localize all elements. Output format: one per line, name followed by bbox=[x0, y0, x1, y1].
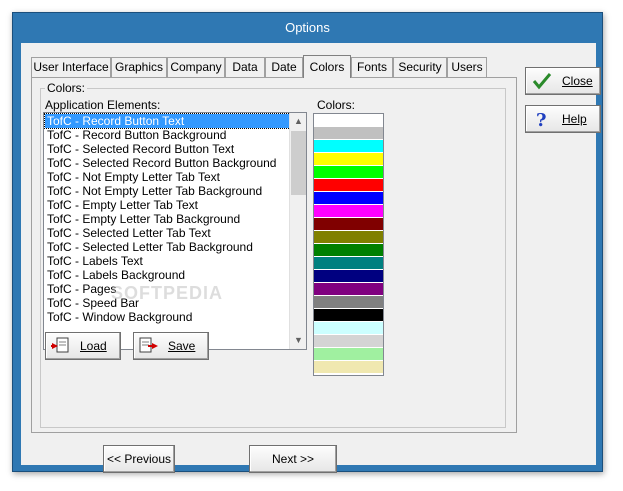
color-swatch[interactable] bbox=[314, 335, 383, 348]
swatch-stack bbox=[314, 114, 383, 374]
colors-column-label: Colors: bbox=[317, 98, 356, 112]
color-swatch[interactable] bbox=[314, 205, 383, 218]
tab-fonts[interactable]: Fonts bbox=[351, 57, 393, 77]
list-item[interactable]: TofC - Not Empty Letter Tab Background bbox=[45, 184, 290, 198]
scroll-up-icon[interactable]: ▲ bbox=[290, 113, 306, 130]
tab-users[interactable]: Users bbox=[447, 57, 487, 77]
close-button[interactable]: Close bbox=[525, 67, 601, 95]
application-elements-label: Application Elements: bbox=[45, 98, 161, 112]
tab-data[interactable]: Data bbox=[225, 57, 265, 77]
color-swatch[interactable] bbox=[314, 361, 383, 374]
color-swatch[interactable] bbox=[314, 140, 383, 153]
close-button-label: Close bbox=[562, 74, 593, 88]
color-swatch[interactable] bbox=[314, 244, 383, 257]
color-swatch[interactable] bbox=[314, 322, 383, 335]
color-swatch[interactable] bbox=[314, 218, 383, 231]
dialog-client: User Interface Graphics Company Data Dat… bbox=[21, 43, 601, 473]
load-button-label: Load bbox=[80, 339, 107, 353]
color-swatch[interactable] bbox=[314, 231, 383, 244]
list-item[interactable]: TofC - Labels Background bbox=[45, 268, 290, 282]
watermark: SOFTPEDIA bbox=[111, 283, 224, 303]
application-elements-list[interactable]: TofC - Record Button Text TofC - Record B… bbox=[43, 112, 307, 350]
checkmark-icon bbox=[532, 73, 552, 90]
save-icon bbox=[139, 337, 158, 353]
options-window: Options User Interface Graphics Company … bbox=[12, 12, 603, 473]
color-swatch[interactable] bbox=[314, 179, 383, 192]
save-button[interactable]: Save bbox=[133, 332, 209, 360]
previous-button-label: << Previous bbox=[106, 452, 172, 466]
help-question-icon: ? bbox=[536, 110, 547, 128]
tab-graphics[interactable]: Graphics bbox=[111, 57, 167, 77]
tab-date[interactable]: Date bbox=[265, 57, 303, 77]
color-swatch[interactable] bbox=[314, 283, 383, 296]
window-title: Options bbox=[285, 20, 330, 35]
list-item[interactable]: TofC - Selected Letter Tab Background bbox=[45, 240, 290, 254]
tab-user-interface[interactable]: User Interface bbox=[31, 57, 111, 77]
color-swatch[interactable] bbox=[314, 153, 383, 166]
color-swatch[interactable] bbox=[314, 127, 383, 140]
tab-colors[interactable]: Colors bbox=[303, 55, 351, 78]
previous-button[interactable]: << Previous bbox=[103, 445, 175, 473]
list-item[interactable]: TofC - Record Button Background bbox=[45, 128, 290, 142]
list-scrollbar[interactable]: ▲ ▼ bbox=[289, 113, 306, 349]
next-button-label: Next >> bbox=[271, 452, 315, 466]
list-item[interactable]: TofC - Window Background bbox=[45, 310, 290, 324]
colors-group-label: Colors: bbox=[45, 81, 88, 95]
color-swatch[interactable] bbox=[314, 114, 383, 127]
color-swatch[interactable] bbox=[314, 270, 383, 283]
tab-security[interactable]: Security bbox=[393, 57, 447, 77]
scroll-thumb[interactable] bbox=[291, 131, 306, 195]
color-swatch[interactable] bbox=[314, 309, 383, 322]
scroll-down-icon[interactable]: ▼ bbox=[290, 332, 306, 349]
color-swatch[interactable] bbox=[314, 166, 383, 179]
color-swatch-list[interactable] bbox=[313, 113, 384, 376]
list-item[interactable]: TofC - Empty Letter Tab Text bbox=[45, 198, 290, 212]
list-item[interactable]: TofC - Selected Record Button Background bbox=[45, 156, 290, 170]
load-button[interactable]: Load bbox=[45, 332, 121, 360]
next-button[interactable]: Next >> bbox=[249, 445, 337, 473]
list-item[interactable]: TofC - Empty Letter Tab Background bbox=[45, 212, 290, 226]
list-item[interactable]: TofC - Record Button Text bbox=[44, 113, 291, 129]
save-button-label: Save bbox=[168, 339, 196, 353]
list-item[interactable]: TofC - Selected Record Button Text bbox=[45, 142, 290, 156]
help-button[interactable]: ? Help bbox=[525, 105, 601, 133]
load-icon bbox=[51, 337, 69, 353]
help-button-label: Help bbox=[562, 112, 587, 126]
color-swatch[interactable] bbox=[314, 348, 383, 361]
color-swatch[interactable] bbox=[314, 192, 383, 205]
list-item[interactable]: TofC - Selected Letter Tab Text bbox=[45, 226, 290, 240]
tab-company[interactable]: Company bbox=[167, 57, 225, 77]
list-item[interactable]: TofC - Not Empty Letter Tab Text bbox=[45, 170, 290, 184]
svg-text:?: ? bbox=[536, 110, 547, 128]
color-swatch[interactable] bbox=[314, 257, 383, 270]
list-item[interactable]: TofC - Labels Text bbox=[45, 254, 290, 268]
color-swatch[interactable] bbox=[314, 296, 383, 309]
